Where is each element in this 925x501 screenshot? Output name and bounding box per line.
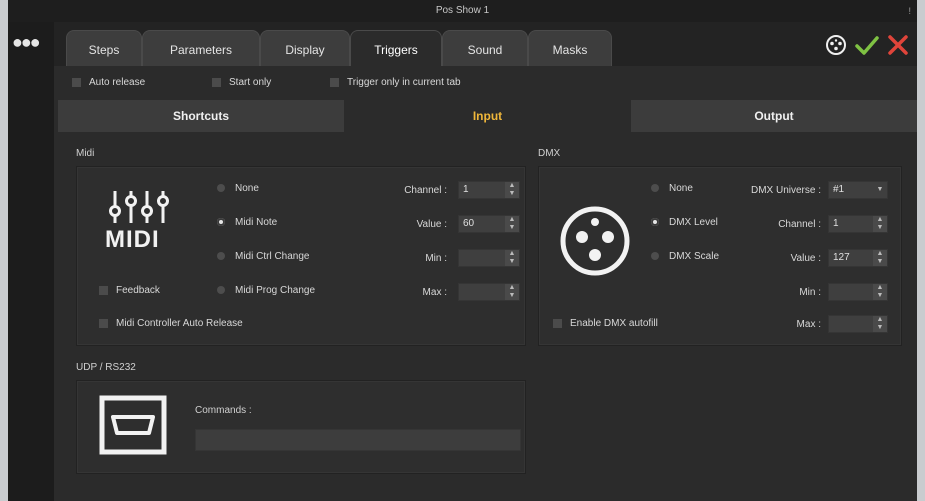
- commands-input[interactable]: [195, 429, 521, 451]
- midi-sliders-icon: MIDI: [105, 189, 175, 254]
- midi-feedback-checkbox[interactable]: [99, 285, 108, 295]
- start-only-checkbox[interactable]: [212, 77, 221, 87]
- midi-auto-release-option[interactable]: Midi Controller Auto Release: [99, 318, 243, 329]
- dmx-universe-select[interactable]: #1 ▼: [828, 181, 888, 199]
- auto-release-checkbox[interactable]: [72, 77, 81, 87]
- subtab-bar: Shortcuts Input Output: [58, 100, 917, 132]
- close-icon[interactable]: [887, 34, 909, 56]
- tab-display[interactable]: Display: [260, 30, 350, 66]
- start-only-option[interactable]: Start only: [212, 77, 271, 88]
- dmx-connector-icon[interactable]: [825, 34, 847, 56]
- tab-steps[interactable]: Steps: [66, 30, 142, 66]
- trigger-current-tab-option[interactable]: Trigger only in current tab: [330, 77, 461, 88]
- window-title: Pos Show 1: [435, 5, 490, 16]
- dmx-channel-label: Channel :: [778, 219, 821, 230]
- spin-arrows-icon[interactable]: ▲ ▼: [505, 250, 519, 266]
- midi-panel: MIDI None Midi Note Midi Ctrl Change Mid…: [76, 166, 526, 346]
- tab-sound[interactable]: Sound: [442, 30, 528, 66]
- dmx-connector-icon: [560, 206, 630, 276]
- checkmark-icon[interactable]: [855, 34, 879, 56]
- start-only-label: Start only: [229, 77, 272, 88]
- midi-channel-label: Channel :: [404, 185, 447, 196]
- midi-auto-release-checkbox[interactable]: [99, 318, 108, 328]
- title-bar: Pos Show 1 !: [8, 0, 917, 22]
- dmx-max-input[interactable]: ▲ ▼: [828, 315, 888, 333]
- spin-arrows-icon[interactable]: ▲ ▼: [873, 250, 887, 266]
- trigger-current-tab-label: Trigger only in current tab: [347, 77, 461, 88]
- spin-arrows-icon[interactable]: ▲ ▼: [505, 182, 519, 198]
- dmx-min-input[interactable]: ▲ ▼: [828, 283, 888, 301]
- midi-min-label: Min :: [425, 253, 447, 264]
- auto-release-label: Auto release: [89, 77, 146, 88]
- midi-max-label: Max :: [422, 287, 447, 298]
- spin-arrows-icon[interactable]: ▲ ▼: [873, 316, 887, 332]
- midi-value-label: Value :: [416, 219, 447, 230]
- left-sidebar: ●●●: [8, 22, 54, 501]
- dmx-max-label: Max :: [796, 319, 821, 330]
- subtab-output[interactable]: Output: [631, 100, 917, 132]
- dmx-value-input[interactable]: 127 ▲ ▼: [828, 249, 888, 267]
- midi-radio-ctrl-change[interactable]: Midi Ctrl Change: [217, 251, 309, 262]
- trigger-options: Auto release Start only Trigger only in …: [54, 72, 917, 94]
- dmx-value-label: Value :: [790, 253, 821, 264]
- midi-radio-none[interactable]: None: [217, 183, 259, 194]
- header-actions: [825, 32, 909, 58]
- pin-icon[interactable]: !: [908, 0, 911, 22]
- midi-feedback-option[interactable]: Feedback: [99, 285, 160, 296]
- dmx-radio-none[interactable]: None: [651, 183, 693, 194]
- tab-masks[interactable]: Masks: [528, 30, 612, 66]
- spin-arrows-icon[interactable]: ▲ ▼: [873, 284, 887, 300]
- dmx-universe-label: DMX Universe :: [750, 185, 821, 196]
- dmx-section-label: DMX: [538, 148, 561, 159]
- serial-port-icon: [99, 395, 167, 455]
- midi-radio-note[interactable]: Midi Note: [217, 217, 277, 228]
- trigger-current-tab-checkbox[interactable]: [330, 77, 339, 87]
- tab-bar: Steps Parameters Display Triggers Sound …: [54, 22, 917, 66]
- dmx-autofill-checkbox[interactable]: [553, 318, 562, 328]
- dmx-radio-scale[interactable]: DMX Scale: [651, 251, 719, 262]
- midi-max-input[interactable]: ▲ ▼: [458, 283, 520, 301]
- midi-value-input[interactable]: 60 ▲ ▼: [458, 215, 520, 233]
- tab-triggers[interactable]: Triggers: [350, 30, 442, 66]
- dmx-autofill-option[interactable]: Enable DMX autofill: [553, 318, 658, 329]
- chevron-down-icon[interactable]: ▼: [873, 182, 887, 198]
- spin-arrows-icon[interactable]: ▲ ▼: [505, 284, 519, 300]
- dmx-min-label: Min :: [799, 287, 821, 298]
- midi-channel-input[interactable]: 1 ▲ ▼: [458, 181, 520, 199]
- midi-min-input[interactable]: ▲ ▼: [458, 249, 520, 267]
- more-dots-icon[interactable]: ●●●: [12, 32, 41, 52]
- tab-parameters[interactable]: Parameters: [142, 30, 260, 66]
- midi-section-label: Midi: [76, 148, 95, 159]
- commands-label: Commands :: [195, 405, 252, 416]
- main-window: Pos Show 1 ! ●●● Steps Parameters Displa…: [8, 0, 917, 501]
- udp-panel: Commands :: [76, 380, 526, 474]
- subtab-input[interactable]: Input: [345, 100, 630, 132]
- midi-radio-prog-change[interactable]: Midi Prog Change: [217, 285, 315, 296]
- udp-section-label: UDP / RS232: [76, 362, 136, 373]
- spin-arrows-icon[interactable]: ▲ ▼: [873, 216, 887, 232]
- subtab-shortcuts[interactable]: Shortcuts: [58, 100, 344, 132]
- dmx-channel-input[interactable]: 1 ▲ ▼: [828, 215, 888, 233]
- dmx-radio-level[interactable]: DMX Level: [651, 217, 718, 228]
- dmx-panel: None DMX Level DMX Scale Enable DMX auto…: [538, 166, 902, 346]
- midi-logo-text: MIDI: [105, 226, 160, 253]
- auto-release-option[interactable]: Auto release: [72, 77, 145, 88]
- spin-arrows-icon[interactable]: ▲ ▼: [505, 216, 519, 232]
